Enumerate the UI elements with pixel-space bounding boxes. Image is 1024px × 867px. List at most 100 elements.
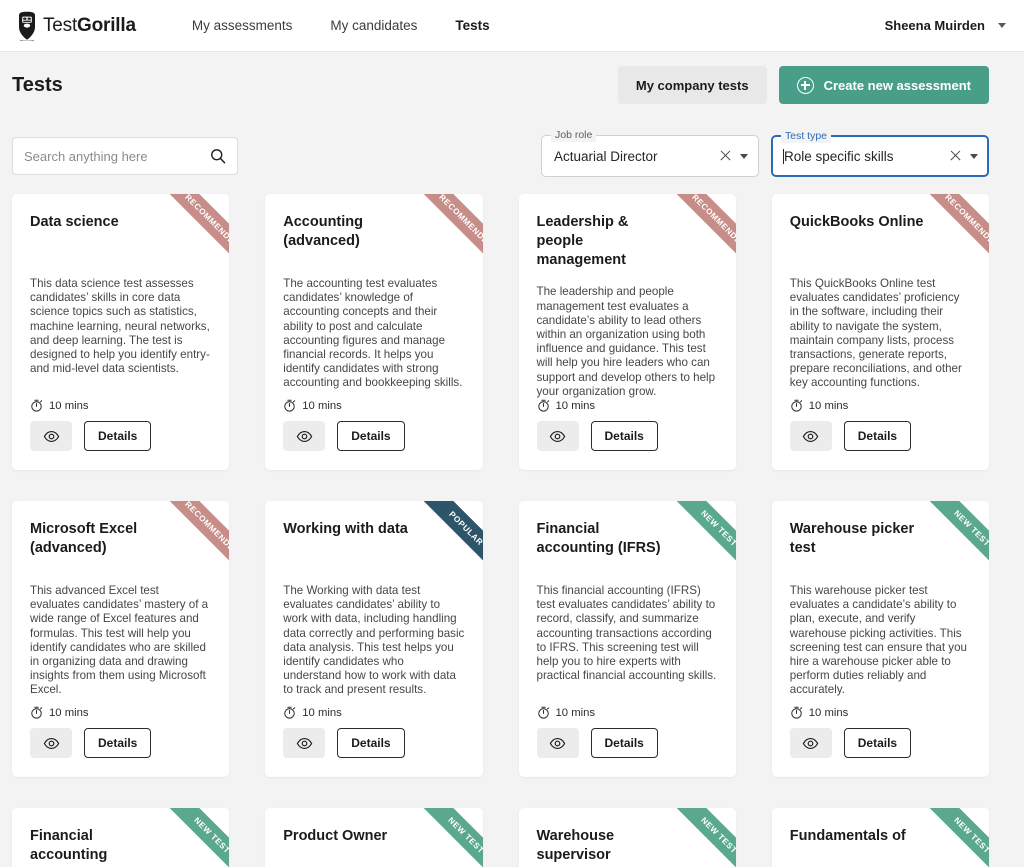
timer-icon: [791, 399, 802, 412]
test-duration: 10 mins: [537, 399, 718, 412]
ribbon-label: RECOMMENDED: [411, 194, 483, 276]
test-details-button[interactable]: Details: [843, 728, 912, 758]
search-input[interactable]: [24, 148, 210, 164]
user-menu[interactable]: Sheena Muirden: [885, 18, 1006, 33]
nav-link-my-assessments[interactable]: My assessments: [192, 18, 293, 33]
test-duration: 10 mins: [30, 706, 211, 719]
ribbon-label: NEW TEST: [917, 501, 989, 583]
test-duration-label: 10 mins: [555, 399, 596, 412]
test-card-description: This advanced Excel test evaluates candi…: [30, 584, 209, 697]
test-card-description: This QuickBooks Online test evaluates ca…: [789, 277, 962, 390]
test-card-description: The accounting test evaluates candidates…: [283, 277, 463, 390]
test-card-buttons: Details: [283, 421, 464, 451]
timer-icon: [284, 399, 296, 412]
search-box[interactable]: [12, 137, 238, 175]
plus-circle-icon: [796, 76, 814, 94]
preview-test-button[interactable]: [30, 728, 72, 758]
eye-icon: [296, 430, 313, 442]
eye-icon: [802, 737, 819, 749]
test-type-filter[interactable]: Test type Role specific skills: [771, 130, 989, 177]
test-card-title: Warehouse supervisor: [536, 828, 615, 863]
test-card-title: Financial accounting (IFRS): [536, 521, 661, 556]
test-duration: 10 mins: [790, 399, 971, 412]
test-card[interactable]: RECOMMENDED QuickBooks Online This QuickBo…: [771, 194, 989, 470]
test-card-title: Fundamentals of: [789, 828, 906, 844]
brand-text-bold: Gorilla: [77, 14, 136, 36]
user-name-label: Sheena Muirden: [884, 18, 985, 33]
preview-test-button[interactable]: [283, 728, 326, 758]
chevron-down-icon: [998, 23, 1006, 28]
brand-text-light: Test: [43, 14, 78, 36]
preview-test-button[interactable]: [536, 421, 579, 451]
test-card-title: Warehouse picker test: [789, 521, 915, 556]
test-card[interactable]: NEW TEST Financial accounting (IFRS) This …: [518, 501, 736, 777]
test-card-title: Accounting (advanced): [283, 214, 363, 249]
ribbon-label: POPULAR: [411, 501, 483, 583]
nav-link-tests[interactable]: Tests: [455, 18, 489, 33]
eye-icon: [549, 430, 566, 442]
job-role-filter[interactable]: Job role Actuarial Director: [541, 129, 759, 177]
timer-icon: [791, 706, 802, 719]
brand-logo[interactable]: TestGorilla: [16, 11, 136, 41]
test-duration: 10 mins: [283, 399, 464, 412]
test-card[interactable]: NEW TEST Fundamentals of: [771, 808, 989, 867]
test-card-title: QuickBooks Online: [789, 214, 924, 230]
test-card-description: This financial accounting (IFRS) test ev…: [536, 584, 717, 683]
search-icon[interactable]: [210, 148, 226, 164]
test-card-buttons: Details: [536, 421, 718, 451]
create-new-assessment-label: Create new assessment: [823, 77, 971, 93]
preview-test-button[interactable]: [536, 728, 579, 758]
test-duration-label: 10 mins: [302, 399, 342, 412]
test-duration-label: 10 mins: [49, 399, 89, 412]
test-duration-label: 10 mins: [555, 706, 596, 719]
test-duration: 10 mins: [30, 399, 211, 412]
clear-x-icon[interactable]: [948, 149, 963, 164]
eye-icon: [549, 737, 566, 749]
test-card[interactable]: NEW TEST Warehouse picker test This wareho…: [771, 501, 989, 777]
test-card[interactable]: NEW TEST Warehouse supervisor: [518, 808, 736, 867]
filter-bar: Job role Actuarial Director Test type Ro…: [0, 118, 1024, 194]
test-card[interactable]: RECOMMENDED Data science This data science…: [12, 194, 230, 470]
test-details-button[interactable]: Details: [84, 421, 152, 451]
test-details-button[interactable]: Details: [337, 728, 405, 758]
test-details-button[interactable]: Details: [84, 728, 152, 758]
test-duration: 10 mins: [283, 706, 464, 719]
my-company-tests-button[interactable]: My company tests: [617, 66, 767, 104]
eye-icon: [43, 430, 59, 442]
test-card-buttons: Details: [536, 728, 718, 758]
test-duration-label: 10 mins: [808, 399, 849, 412]
preview-test-button[interactable]: [789, 421, 832, 451]
test-card[interactable]: RECOMMENDED Leadership & people managemen…: [518, 194, 736, 470]
preview-test-button[interactable]: [30, 421, 72, 451]
preview-test-button[interactable]: [283, 421, 326, 451]
test-details-button[interactable]: Details: [843, 421, 912, 451]
timer-icon: [31, 706, 43, 719]
timer-icon: [537, 399, 549, 412]
test-card-buttons: Details: [789, 421, 971, 451]
test-card-description: The leadership and people management tes…: [536, 285, 716, 398]
test-duration-label: 10 mins: [302, 706, 342, 719]
page-body: Tests My company tests Create new assess…: [0, 52, 1024, 867]
test-card[interactable]: NEW TEST Product Owner: [265, 808, 483, 867]
test-details-button[interactable]: Details: [590, 421, 658, 451]
clear-x-icon[interactable]: [718, 149, 733, 164]
test-card-footer: 10 mins Details: [283, 399, 464, 470]
test-card[interactable]: RECOMMENDED Accounting (advanced) The acco…: [265, 194, 483, 470]
test-card[interactable]: POPULAR Working with data The Working with…: [265, 501, 483, 777]
test-card[interactable]: NEW TEST Financial accounting: [12, 808, 230, 867]
test-card-footer: 10 mins Details: [536, 706, 718, 777]
nav-link-my-candidates[interactable]: My candidates: [330, 18, 417, 33]
chevron-down-icon[interactable]: [970, 153, 978, 159]
preview-test-button[interactable]: [789, 728, 832, 758]
test-details-button[interactable]: Details: [337, 421, 405, 451]
ribbon-label: RECOMMENDED: [158, 194, 230, 276]
ribbon-label: NEW TEST: [664, 501, 736, 583]
test-card-footer: 10 mins Details: [789, 706, 971, 777]
page-title: Tests: [12, 73, 63, 96]
test-card-title: Data science: [30, 214, 119, 230]
test-details-button[interactable]: Details: [590, 728, 658, 758]
create-new-assessment-button[interactable]: Create new assessment: [778, 66, 989, 104]
test-card-buttons: Details: [30, 728, 211, 758]
chevron-down-icon[interactable]: [740, 153, 748, 159]
test-card[interactable]: RECOMMENDED Microsoft Excel (advanced) Thi…: [12, 501, 230, 777]
